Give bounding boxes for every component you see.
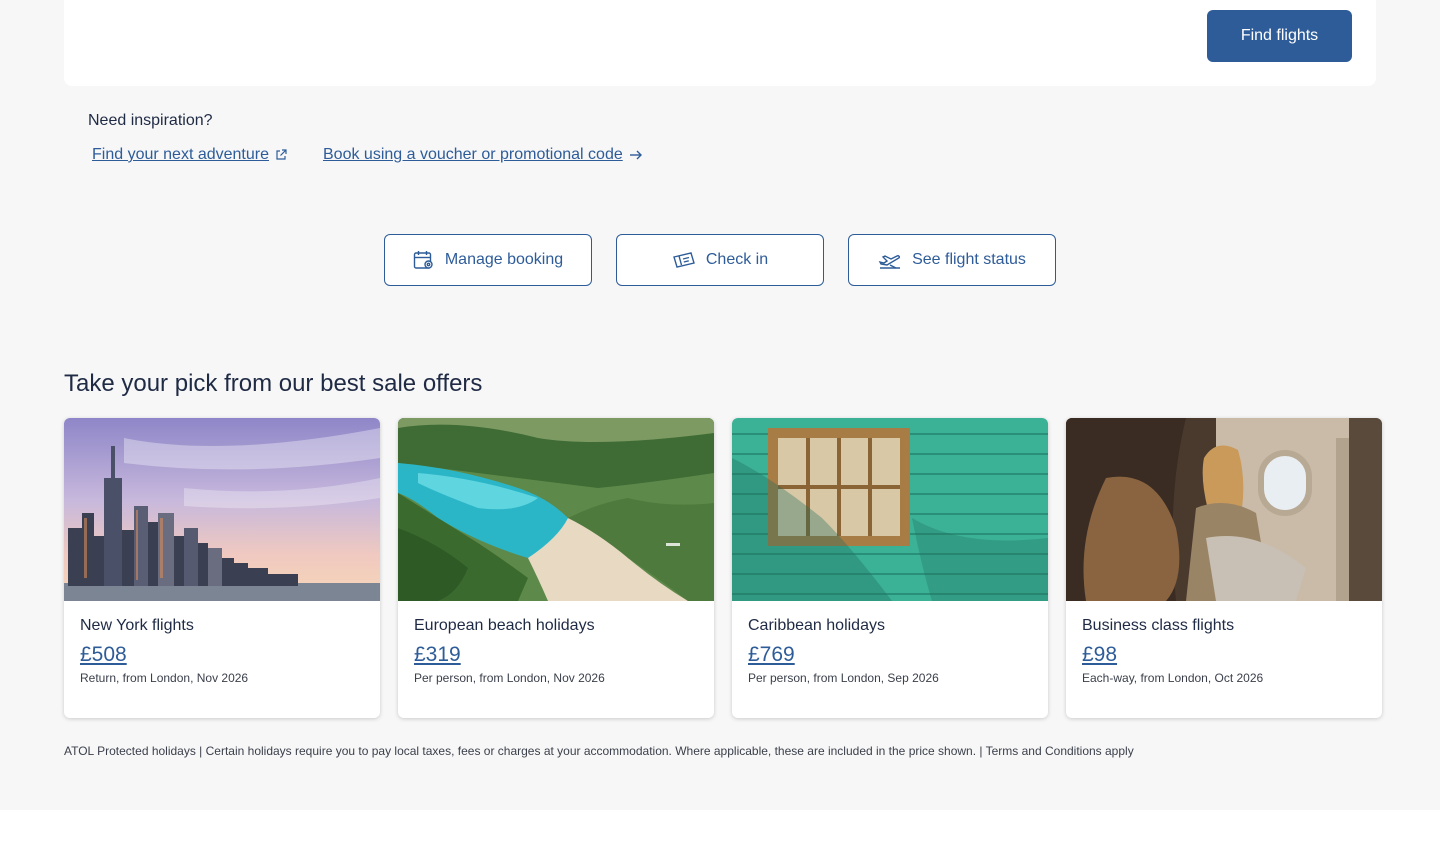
search-panel: Find flights	[64, 0, 1376, 86]
offer-name: Business class flights	[1082, 617, 1235, 634]
offer-price[interactable]: £98	[1082, 643, 1117, 667]
offer-card-caribbean[interactable]: Caribbean holidays £769 Per person, from…	[732, 418, 1048, 718]
flight-status-button[interactable]: See flight status	[848, 234, 1056, 286]
arrow-right-icon	[629, 149, 643, 161]
inspiration-title: Need inspiration?	[88, 112, 213, 129]
offers-cards: New York flights £508 Return, from Londo…	[64, 418, 1382, 718]
offer-card-business-class[interactable]: Business class flights £98 Each-way, fro…	[1066, 418, 1382, 718]
find-adventure-link[interactable]: Find your next adventure	[92, 146, 287, 164]
offer-meta: Each-way, from London, Oct 2026	[1082, 671, 1264, 685]
new-york-skyline-image	[64, 418, 380, 601]
business-class-cabin-image	[1066, 418, 1382, 601]
offer-price[interactable]: £508	[80, 643, 127, 667]
inspiration-links: Find your next adventure Book using a vo…	[92, 146, 643, 164]
offers-title: Take your pick from our best sale offers	[64, 370, 483, 397]
disclaimer-text: ATOL Protected holidays | Certain holida…	[64, 744, 1134, 758]
plane-takeoff-icon	[878, 250, 902, 270]
check-in-button[interactable]: Check in	[616, 234, 824, 286]
find-adventure-label: Find your next adventure	[92, 146, 269, 163]
offer-name: Caribbean holidays	[748, 617, 885, 634]
offer-card-european-beach[interactable]: European beach holidays £319 Per person,…	[398, 418, 714, 718]
offer-name: New York flights	[80, 617, 194, 634]
external-link-icon	[275, 149, 287, 161]
inspiration-section: Need inspiration? Find your next adventu…	[88, 112, 642, 163]
offer-meta: Per person, from London, Nov 2026	[414, 671, 605, 685]
beach-cove-image	[398, 418, 714, 601]
calendar-gear-icon	[413, 250, 435, 270]
quick-actions: Manage booking Check in See flight statu…	[384, 234, 1056, 286]
offer-meta: Return, from London, Nov 2026	[80, 671, 249, 685]
voucher-link[interactable]: Book using a voucher or promotional code	[323, 146, 643, 164]
find-flights-button[interactable]: Find flights	[1207, 10, 1352, 62]
manage-booking-button[interactable]: Manage booking	[384, 234, 592, 286]
ticket-icon	[672, 251, 696, 269]
offer-card-new-york[interactable]: New York flights £508 Return, from Londo…	[64, 418, 380, 718]
voucher-label: Book using a voucher or promotional code	[323, 146, 623, 163]
turquoise-house-image	[732, 418, 1048, 601]
offer-price[interactable]: £319	[414, 643, 461, 667]
offer-meta: Per person, from London, Sep 2026	[748, 671, 939, 685]
check-in-label: Check in	[705, 251, 769, 268]
offer-price[interactable]: £769	[748, 643, 795, 667]
offer-name: European beach holidays	[414, 617, 595, 634]
manage-booking-label: Manage booking	[444, 251, 564, 268]
flight-status-label: See flight status	[912, 251, 1026, 268]
